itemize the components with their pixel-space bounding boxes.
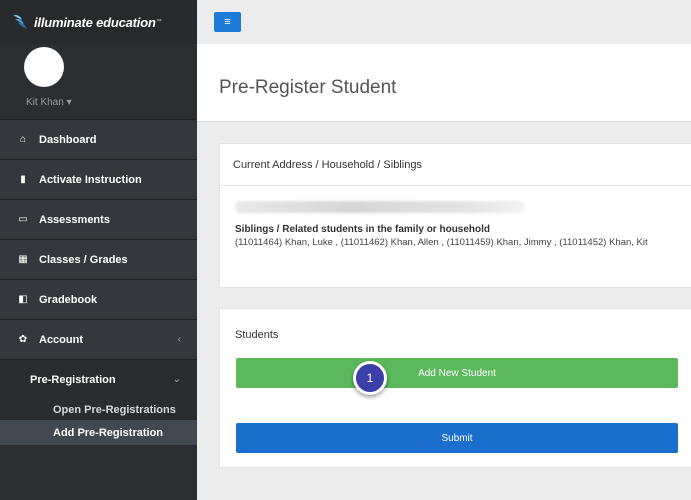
- book-icon: ◧: [18, 294, 28, 305]
- address-redacted: [235, 201, 525, 213]
- household-panel: Current Address / Household / Siblings S…: [219, 143, 691, 288]
- chevron-left-icon: ‹: [177, 334, 181, 345]
- top-bar: ≡: [197, 0, 691, 44]
- sidebar-nav: ⌂ Dashboard ▮ Activate Instruction ▭ Ass…: [0, 119, 197, 445]
- sidebar-item-dashboard[interactable]: ⌂ Dashboard: [0, 119, 197, 159]
- siblings-list: (11011464) Khan, Luke , (11011462) Khan,…: [235, 237, 648, 248]
- brand-name: illuminate education: [34, 14, 156, 30]
- bookmark-icon: ▮: [20, 174, 26, 185]
- menu-toggle-button[interactable]: ≡: [214, 12, 241, 32]
- sidebar-item-assessments[interactable]: ▭ Assessments: [0, 199, 197, 239]
- sidebar-subitem-label: Open Pre-Registrations: [53, 403, 176, 416]
- page-header: Pre-Register Student: [197, 44, 691, 122]
- sidebar-item-pre-registration[interactable]: Pre-Registration ⌄: [0, 359, 197, 399]
- sidebar-item-label: Assessments: [39, 213, 110, 226]
- hamburger-icon: ≡: [224, 16, 231, 28]
- sidebar-item-label: Account: [39, 333, 83, 346]
- avatar[interactable]: [24, 47, 64, 87]
- user-menu-toggle[interactable]: Kit Khan ▾: [26, 97, 72, 108]
- laptop-icon: ▭: [18, 214, 28, 225]
- sidebar-item-classes-grades[interactable]: ▦ Classes / Grades: [0, 239, 197, 279]
- sidebar-item-label: Pre-Registration: [30, 373, 116, 386]
- brand-trademark: ™: [155, 19, 162, 25]
- gear-icon: ✿: [18, 334, 28, 345]
- students-panel: Students Add New Student Submit: [219, 308, 691, 468]
- sidebar-subitem-open-pre-registrations[interactable]: Open Pre-Registrations: [0, 399, 197, 420]
- brand[interactable]: illuminate education ™: [0, 0, 197, 44]
- sidebar-subitem-add-pre-registration[interactable]: Add Pre-Registration: [0, 420, 197, 445]
- page-title: Pre-Register Student: [219, 77, 397, 98]
- submit-button[interactable]: Submit: [236, 423, 678, 453]
- illuminate-logo-icon: [13, 14, 27, 29]
- siblings-title: Siblings / Related students in the famil…: [235, 224, 491, 235]
- students-label: Students: [235, 329, 279, 341]
- sidebar-item-label: Dashboard: [39, 133, 97, 146]
- sidebar-item-label: Classes / Grades: [39, 253, 128, 266]
- sidebar-item-activate-instruction[interactable]: ▮ Activate Instruction: [0, 159, 197, 199]
- sidebar-item-label: Gradebook: [39, 293, 98, 306]
- add-new-student-button[interactable]: Add New Student: [236, 358, 678, 388]
- sidebar-item-gradebook[interactable]: ◧ Gradebook: [0, 279, 197, 319]
- user-block: Kit Khan ▾: [0, 44, 197, 119]
- sidebar: illuminate education ™ Kit Khan ▾ ⌂ Dash…: [0, 0, 197, 500]
- home-icon: ⌂: [19, 134, 27, 145]
- step-callout-badge: 1: [353, 361, 387, 395]
- grid-icon: ▦: [18, 254, 28, 265]
- household-panel-heading: Current Address / Household / Siblings: [220, 144, 691, 186]
- chevron-down-icon: ⌄: [172, 374, 181, 385]
- sidebar-subitem-label: Add Pre-Registration: [53, 426, 164, 439]
- sidebar-item-label: Activate Instruction: [39, 173, 142, 186]
- sidebar-item-account[interactable]: ✿ Account ‹: [0, 319, 197, 359]
